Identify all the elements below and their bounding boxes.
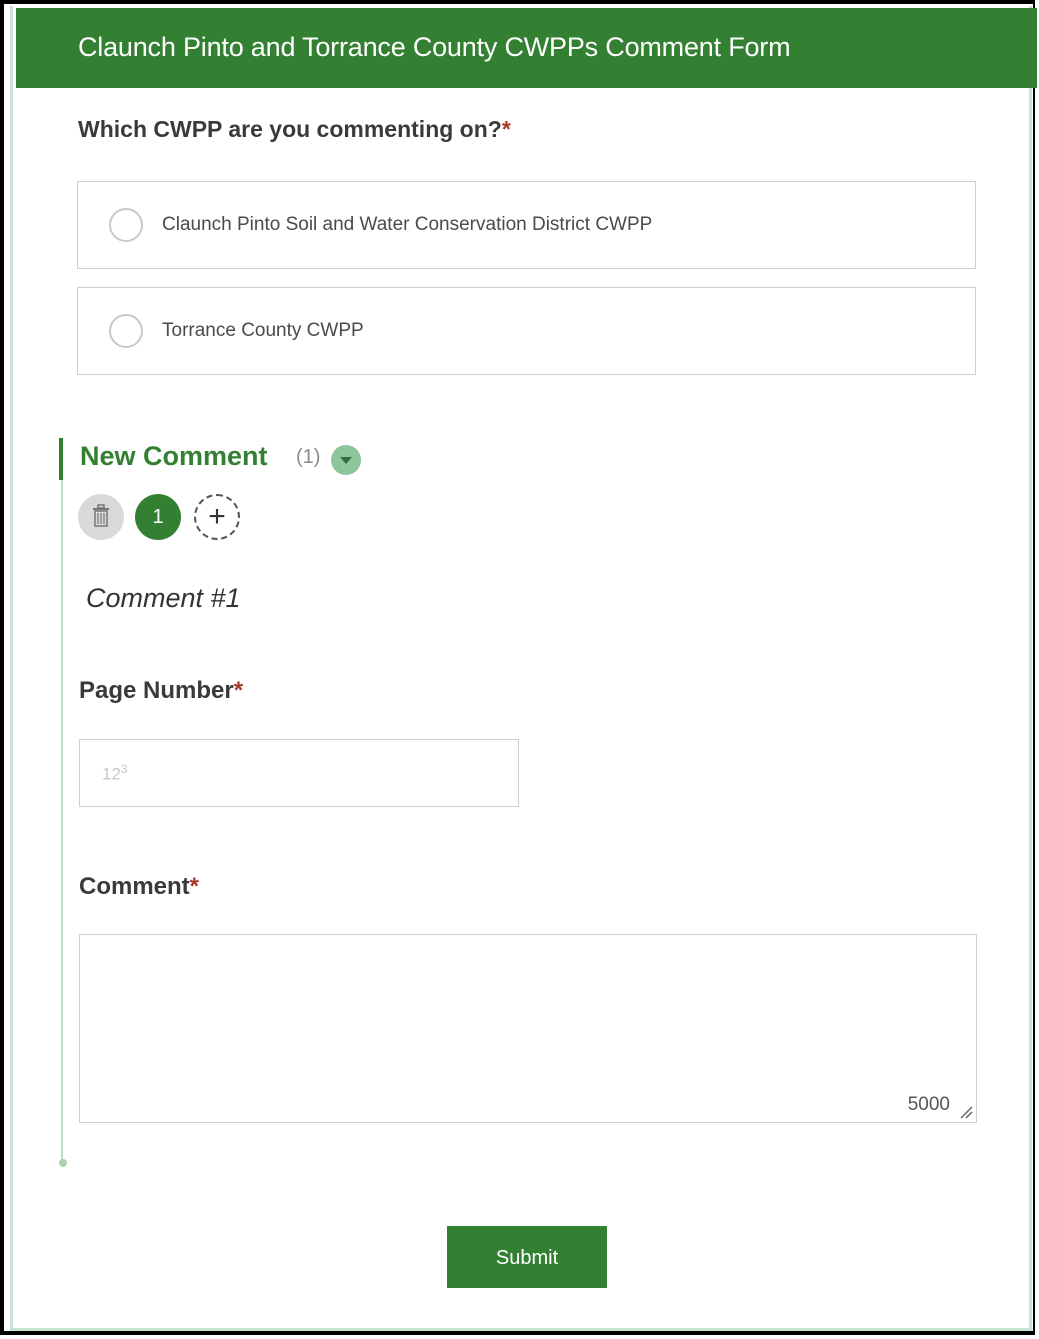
option-label: Torrance County CWPP: [162, 320, 364, 341]
comment-label: Comment*: [79, 873, 199, 901]
comment-label-text: Comment: [79, 873, 190, 900]
form-title: Claunch Pinto and Torrance County CWPPs …: [78, 32, 791, 62]
page-number-field[interactable]: 123: [79, 739, 519, 807]
submit-button[interactable]: Submit: [447, 1226, 607, 1288]
comment-textarea[interactable]: [80, 935, 976, 1122]
page-number-input[interactable]: [80, 740, 518, 806]
character-limit-counter: 5000: [907, 1094, 950, 1115]
repeat-group-title: New Comment: [80, 441, 268, 471]
resize-grip-icon[interactable]: [959, 1105, 973, 1119]
option-torrance-county[interactable]: Torrance County CWPP: [77, 287, 976, 375]
required-marker: *: [501, 116, 511, 142]
group-accent-bar: [59, 438, 63, 480]
required-marker: *: [233, 677, 244, 704]
page-number-label-text: Page Number: [79, 677, 234, 704]
group-rail-end: [59, 1159, 67, 1167]
trash-icon: [93, 504, 109, 527]
comment-field[interactable]: 5000: [79, 934, 977, 1123]
option-claunch-pinto[interactable]: Claunch Pinto Soil and Water Conservatio…: [77, 181, 976, 269]
plus-icon: +: [208, 500, 226, 533]
radio-button[interactable]: [109, 314, 143, 348]
add-comment-button[interactable]: +: [194, 494, 240, 540]
page-number-label: Page Number*: [79, 677, 243, 705]
group-rail: [61, 480, 63, 1162]
delete-comment-button[interactable]: [78, 494, 124, 540]
cwpp-question-text: Which CWPP are you commenting on?: [78, 116, 502, 142]
cwpp-question: Which CWPP are you commenting on?*: [78, 116, 511, 143]
comment-page-1-button[interactable]: 1: [135, 494, 181, 540]
collapse-group-button[interactable]: [331, 445, 361, 475]
repeat-group-count: (1): [296, 446, 321, 468]
form-header: Claunch Pinto and Torrance County CWPPs …: [16, 8, 1037, 88]
comment-entry-heading: Comment #1: [86, 583, 241, 613]
required-marker: *: [189, 873, 200, 900]
radio-button[interactable]: [109, 208, 143, 242]
option-label: Claunch Pinto Soil and Water Conservatio…: [162, 214, 653, 235]
